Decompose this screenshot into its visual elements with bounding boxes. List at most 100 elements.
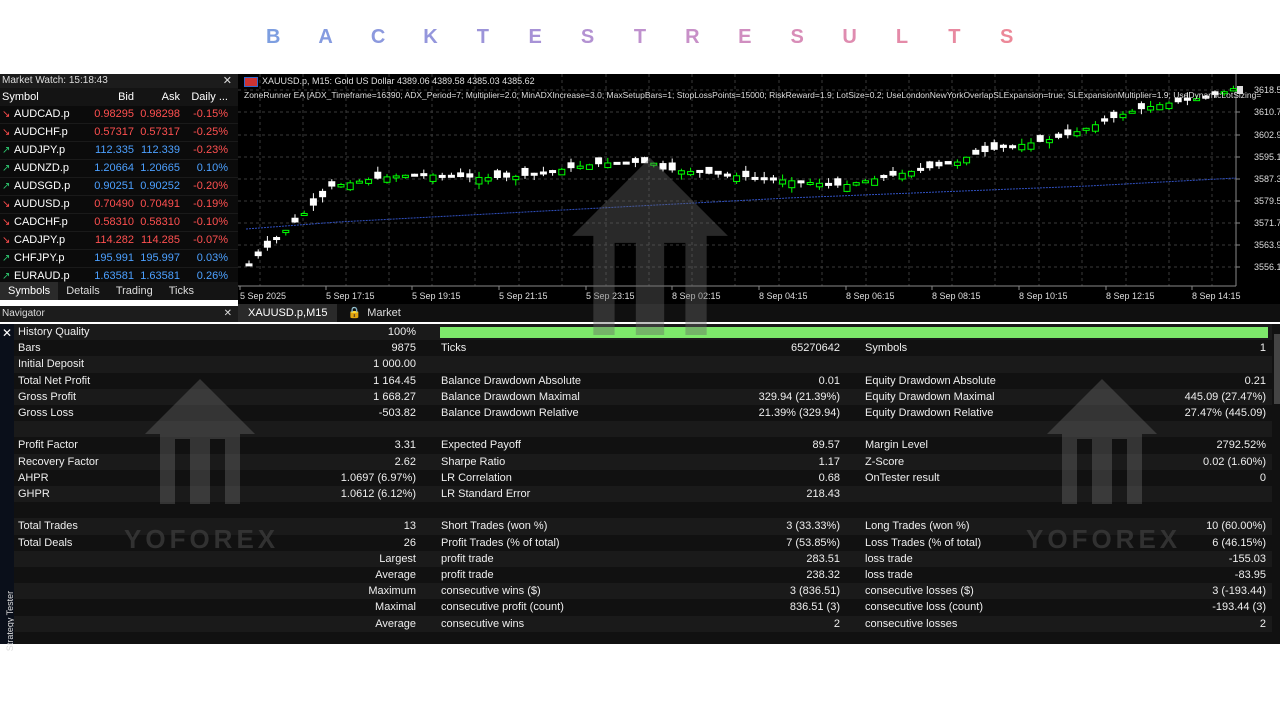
market-watch-header: Symbol Bid Ask Daily ... bbox=[0, 88, 238, 106]
price-chart[interactable]: 3618.503610.703602.903595.103587.303579.… bbox=[238, 74, 1280, 304]
result-value-2: 329.94 (21.39%) bbox=[758, 390, 840, 403]
result-label-2: Ticks bbox=[441, 342, 467, 355]
candle-body bbox=[475, 176, 483, 185]
candle-body bbox=[769, 177, 777, 181]
column-header-symbol[interactable]: Symbol bbox=[0, 88, 90, 106]
candle-body bbox=[420, 173, 428, 177]
candle-body bbox=[1036, 135, 1044, 142]
column-header-bid[interactable]: Bid bbox=[90, 88, 136, 106]
candle-body bbox=[1147, 105, 1155, 111]
symbol-cell: ↗ CHFJPY.p bbox=[0, 250, 90, 267]
chart-canvas[interactable]: 3618.503610.703602.903595.103587.303579.… bbox=[238, 74, 1280, 304]
market-watch-row[interactable]: ↘ CADCHF.p 0.58310 0.58310 -0.10% bbox=[0, 214, 238, 232]
result-value-2: 7 (53.85%) bbox=[786, 536, 840, 549]
time-axis-label: 8 Sep 10:15 bbox=[1019, 291, 1068, 301]
bid-cell: 0.70490 bbox=[94, 198, 134, 210]
result-label-3: OnTester result bbox=[865, 471, 940, 484]
result-label-1: Total Net Profit bbox=[18, 374, 91, 387]
arrow-down-icon: ↘ bbox=[2, 235, 11, 246]
close-icon[interactable]: ✕ bbox=[2, 326, 12, 340]
market-watch-row[interactable]: ↘ AUDCAD.p 0.98295 0.98298 -0.15% bbox=[0, 106, 238, 124]
candle-body bbox=[1073, 131, 1081, 137]
symbol-name: CADJPY.p bbox=[14, 234, 66, 246]
logo-watermark-left bbox=[145, 379, 255, 504]
candle-body bbox=[981, 145, 989, 153]
result-label-1: Gross Profit bbox=[18, 390, 77, 403]
result-label-2: Balance Drawdown Relative bbox=[441, 407, 579, 419]
vertical-scrollbar[interactable] bbox=[1274, 334, 1280, 404]
tab-ticks[interactable]: Ticks bbox=[161, 282, 202, 300]
symbol-cell: ↘ AUDCAD.p bbox=[0, 106, 90, 123]
result-label-3: consecutive losses ($) bbox=[865, 585, 974, 598]
tab-trading[interactable]: Trading bbox=[108, 282, 161, 300]
result-value-3: -83.95 bbox=[1234, 569, 1266, 581]
candle-body bbox=[411, 173, 419, 177]
result-label-2: Expected Payoff bbox=[441, 439, 521, 452]
market-watch-row[interactable]: ↗ AUDNZD.p 1.20664 1.20665 0.10% bbox=[0, 160, 238, 178]
price-axis-label: 3602.90 bbox=[1254, 130, 1280, 140]
candle-body bbox=[990, 142, 998, 150]
column-header-ask[interactable]: Ask bbox=[136, 88, 182, 106]
close-icon[interactable]: ✕ bbox=[224, 306, 232, 322]
symbol-name: AUDUSD.p bbox=[14, 198, 70, 210]
column-header-daily[interactable]: Daily ... bbox=[182, 88, 232, 106]
result-value-2: 65270642 bbox=[791, 342, 840, 355]
price-axis-label: 3610.70 bbox=[1254, 107, 1280, 117]
candle-body bbox=[797, 180, 805, 184]
candle-body bbox=[282, 229, 290, 234]
candle-body bbox=[484, 177, 492, 182]
candle-body bbox=[999, 144, 1007, 148]
result-label-1: Recovery Factor bbox=[18, 455, 99, 468]
result-label-2: Balance Drawdown Absolute bbox=[441, 374, 582, 387]
bid-cell: 0.90251 bbox=[94, 180, 134, 192]
candle-body bbox=[291, 217, 299, 223]
arrow-down-icon: ↘ bbox=[2, 127, 11, 138]
symbol-name: AUDJPY.p bbox=[14, 144, 66, 156]
tab-symbols[interactable]: Symbols bbox=[0, 282, 59, 300]
tab-chart-xauusd[interactable]: XAUUSD.p,M15 bbox=[238, 304, 338, 322]
candle-body bbox=[447, 174, 455, 178]
market-watch-row[interactable]: ↘ AUDUSD.p 0.70490 0.70491 -0.19% bbox=[0, 196, 238, 214]
candle-body bbox=[1064, 129, 1072, 136]
ask-cell: 0.70491 bbox=[140, 198, 180, 210]
title-letter: E bbox=[528, 25, 542, 48]
candle-body bbox=[401, 174, 409, 178]
result-value-2: 1.17 bbox=[818, 455, 840, 468]
result-label-3: consecutive losses bbox=[865, 617, 958, 630]
candle-body bbox=[521, 167, 529, 176]
close-icon[interactable]: ✕ bbox=[223, 74, 232, 88]
result-label-2: LR Correlation bbox=[441, 471, 512, 484]
ask-cell: 0.58310 bbox=[140, 216, 180, 228]
bid-cell: 0.58310 bbox=[94, 216, 134, 228]
arrow-up-icon: ↗ bbox=[2, 145, 11, 156]
market-watch-row[interactable]: ↘ AUDCHF.p 0.57317 0.57317 -0.25% bbox=[0, 124, 238, 142]
candle-body bbox=[1055, 133, 1063, 138]
market-watch-row[interactable]: ↗ AUDSGD.p 0.90251 0.90252 -0.20% bbox=[0, 178, 238, 196]
result-value-2: 0.01 bbox=[818, 374, 840, 387]
candle-body bbox=[1018, 143, 1026, 151]
candle-body bbox=[972, 149, 980, 155]
candle-body bbox=[871, 178, 879, 186]
result-value-1: 2.62 bbox=[394, 455, 416, 468]
result-label-2: Profit Trades (% of total) bbox=[441, 536, 560, 549]
tab-market[interactable]: 🔒 Market bbox=[337, 304, 410, 322]
backtest-results-title: BACKTESTRESULTS bbox=[0, 0, 1280, 74]
result-label-3: Loss Trades (% of total) bbox=[865, 536, 982, 549]
title-letter: S bbox=[790, 25, 804, 48]
symbol-cell: ↘ CADCHF.p bbox=[0, 214, 90, 231]
market-watch-row[interactable]: ↗ AUDJPY.p 112.335 112.339 -0.23% bbox=[0, 142, 238, 160]
tab-details[interactable]: Details bbox=[58, 282, 108, 300]
market-watch-row[interactable]: ↗ CHFJPY.p 195.991 195.997 0.03% bbox=[0, 250, 238, 268]
result-label-2: Sharpe Ratio bbox=[441, 455, 506, 468]
candle-body bbox=[779, 179, 787, 185]
market-watch-title: Market Watch: 15:18:43 bbox=[2, 75, 108, 86]
title-letter: L bbox=[895, 25, 909, 48]
symbol-name: AUDCHF.p bbox=[14, 126, 68, 138]
result-value-2: 0.68 bbox=[818, 471, 840, 484]
time-axis-label: 5 Sep 2025 bbox=[240, 291, 286, 301]
market-watch-row[interactable]: ↘ CADJPY.p 114.282 114.285 -0.07% bbox=[0, 232, 238, 250]
bid-cell: 0.57317 bbox=[94, 126, 134, 138]
result-label-3: Z-Score bbox=[865, 455, 905, 468]
result-value-1: 1.0697 (6.97%) bbox=[340, 471, 416, 484]
result-value-1: Maximum bbox=[368, 585, 416, 598]
